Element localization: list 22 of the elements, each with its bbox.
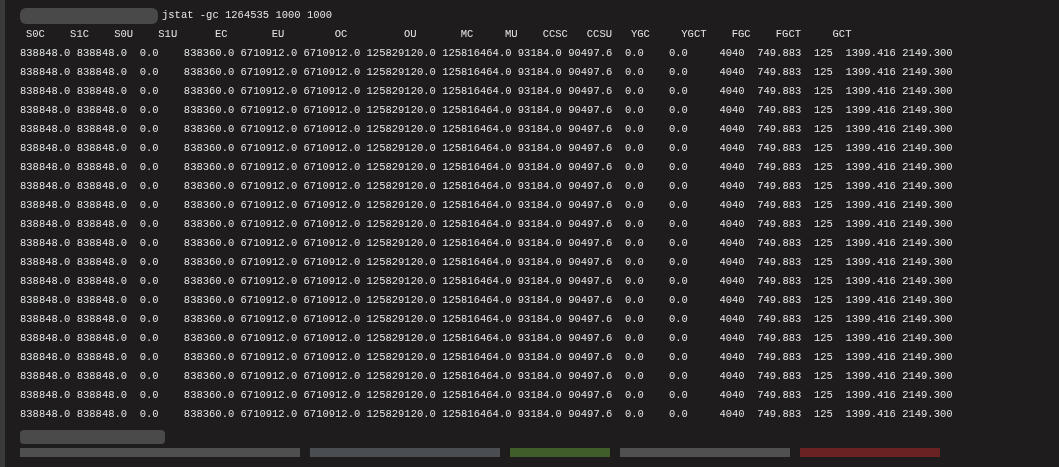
output-line: 838848.0 838848.0 0.0 838360.0 6710912.0 6710912.0 125829120.0 125816464.0 93184.0 90497.6 0.0 0.0 4040 749.883 125 1399.416 2149.300: [20, 369, 953, 384]
output-line: 838848.0 838848.0 0.0 838360.0 6710912.0 6710912.0 125829120.0 125816464.0 93184.0 90497.6 0.0 0.0 4040 749.883 125 1399.416 2149.300: [20, 160, 953, 175]
output-line: 838848.0 838848.0 0.0 838360.0 6710912.0 6710912.0 125829120.0 125816464.0 93184.0 90497.6 0.0 0.0 4040 749.883 125 1399.416 2149.300: [20, 312, 953, 327]
output-line: 838848.0 838848.0 0.0 838360.0 6710912.0 6710912.0 125829120.0 125816464.0 93184.0 90497.6 0.0 0.0 4040 749.883 125 1399.416 2149.300: [20, 84, 953, 99]
output-line: 838848.0 838848.0 0.0 838360.0 6710912.0 6710912.0 125829120.0 125816464.0 93184.0 90497.6 0.0 0.0 4040 749.883 125 1399.416 2149.300: [20, 141, 953, 156]
output-line: 838848.0 838848.0 0.0 838360.0 6710912.0 6710912.0 125829120.0 125816464.0 93184.0 90497.6 0.0 0.0 4040 749.883 125 1399.416 2149.300: [20, 331, 953, 346]
output-line: 838848.0 838848.0 0.0 838360.0 6710912.0 6710912.0 125829120.0 125816464.0 93184.0 90497.6 0.0 0.0 4040 749.883 125 1399.416 2149.300: [20, 217, 953, 232]
output-line: 838848.0 838848.0 0.0 838360.0 6710912.0 6710912.0 125829120.0 125816464.0 93184.0 90497.6 0.0 0.0 4040 749.883 125 1399.416 2149.300: [20, 122, 953, 137]
column-header-line: S0C S1C S0U S1U EC EU OC OU MC MU CCSC CCSU YGC YGCT FGC FGCT GCT: [25, 27, 852, 42]
output-line: 838848.0 838848.0 0.0 838360.0 6710912.0 6710912.0 125829120.0 125816464.0 93184.0 90497.6 0.0 0.0 4040 749.883 125 1399.416 2149.300: [20, 388, 953, 403]
output-line: 838848.0 838848.0 0.0 838360.0 6710912.0 6710912.0 125829120.0 125816464.0 93184.0 90497.6 0.0 0.0 4040 749.883 125 1399.416 2149.300: [20, 236, 953, 251]
output-line: 838848.0 838848.0 0.0 838360.0 6710912.0 6710912.0 125829120.0 125816464.0 93184.0 90497.6 0.0 0.0 4040 749.883 125 1399.416 2149.300: [20, 407, 953, 422]
output-line: 838848.0 838848.0 0.0 838360.0 6710912.0 6710912.0 125829120.0 125816464.0 93184.0 90497.6 0.0 0.0 4040 749.883 125 1399.416 2149.300: [20, 293, 953, 308]
output-line: 838848.0 838848.0 0.0 838360.0 6710912.0 6710912.0 125829120.0 125816464.0 93184.0 90497.6 0.0 0.0 4040 749.883 125 1399.416 2149.300: [20, 255, 953, 270]
output-line: 838848.0 838848.0 0.0 838360.0 6710912.0 6710912.0 125829120.0 125816464.0 93184.0 90497.6 0.0 0.0 4040 749.883 125 1399.416 2149.300: [20, 65, 953, 80]
output-line: 838848.0 838848.0 0.0 838360.0 6710912.0 6710912.0 125829120.0 125816464.0 93184.0 90497.6 0.0 0.0 4040 749.883 125 1399.416 2149.300: [20, 179, 953, 194]
output-line: 838848.0 838848.0 0.0 838360.0 6710912.0 6710912.0 125829120.0 125816464.0 93184.0 90497.6 0.0 0.0 4040 749.883 125 1399.416 2149.300: [20, 274, 953, 289]
output-line: 838848.0 838848.0 0.0 838360.0 6710912.0 6710912.0 125829120.0 125816464.0 93184.0 90497.6 0.0 0.0 4040 749.883 125 1399.416 2149.300: [20, 46, 953, 61]
command-text: jstat -gc 1264535 1000 1000: [162, 8, 333, 23]
output-line: 838848.0 838848.0 0.0 838360.0 6710912.0 6710912.0 125829120.0 125816464.0 93184.0 90497.6 0.0 0.0 4040 749.883 125 1399.416 2149.300: [20, 350, 953, 365]
output-line: 838848.0 838848.0 0.0 838360.0 6710912.0 6710912.0 125829120.0 125816464.0 93184.0 90497.6 0.0 0.0 4040 749.883 125 1399.416 2149.300: [20, 198, 953, 213]
output-line: 838848.0 838848.0 0.0 838360.0 6710912.0 6710912.0 125829120.0 125816464.0 93184.0 90497.6 0.0 0.0 4040 749.883 125 1399.416 2149.300: [20, 103, 953, 118]
